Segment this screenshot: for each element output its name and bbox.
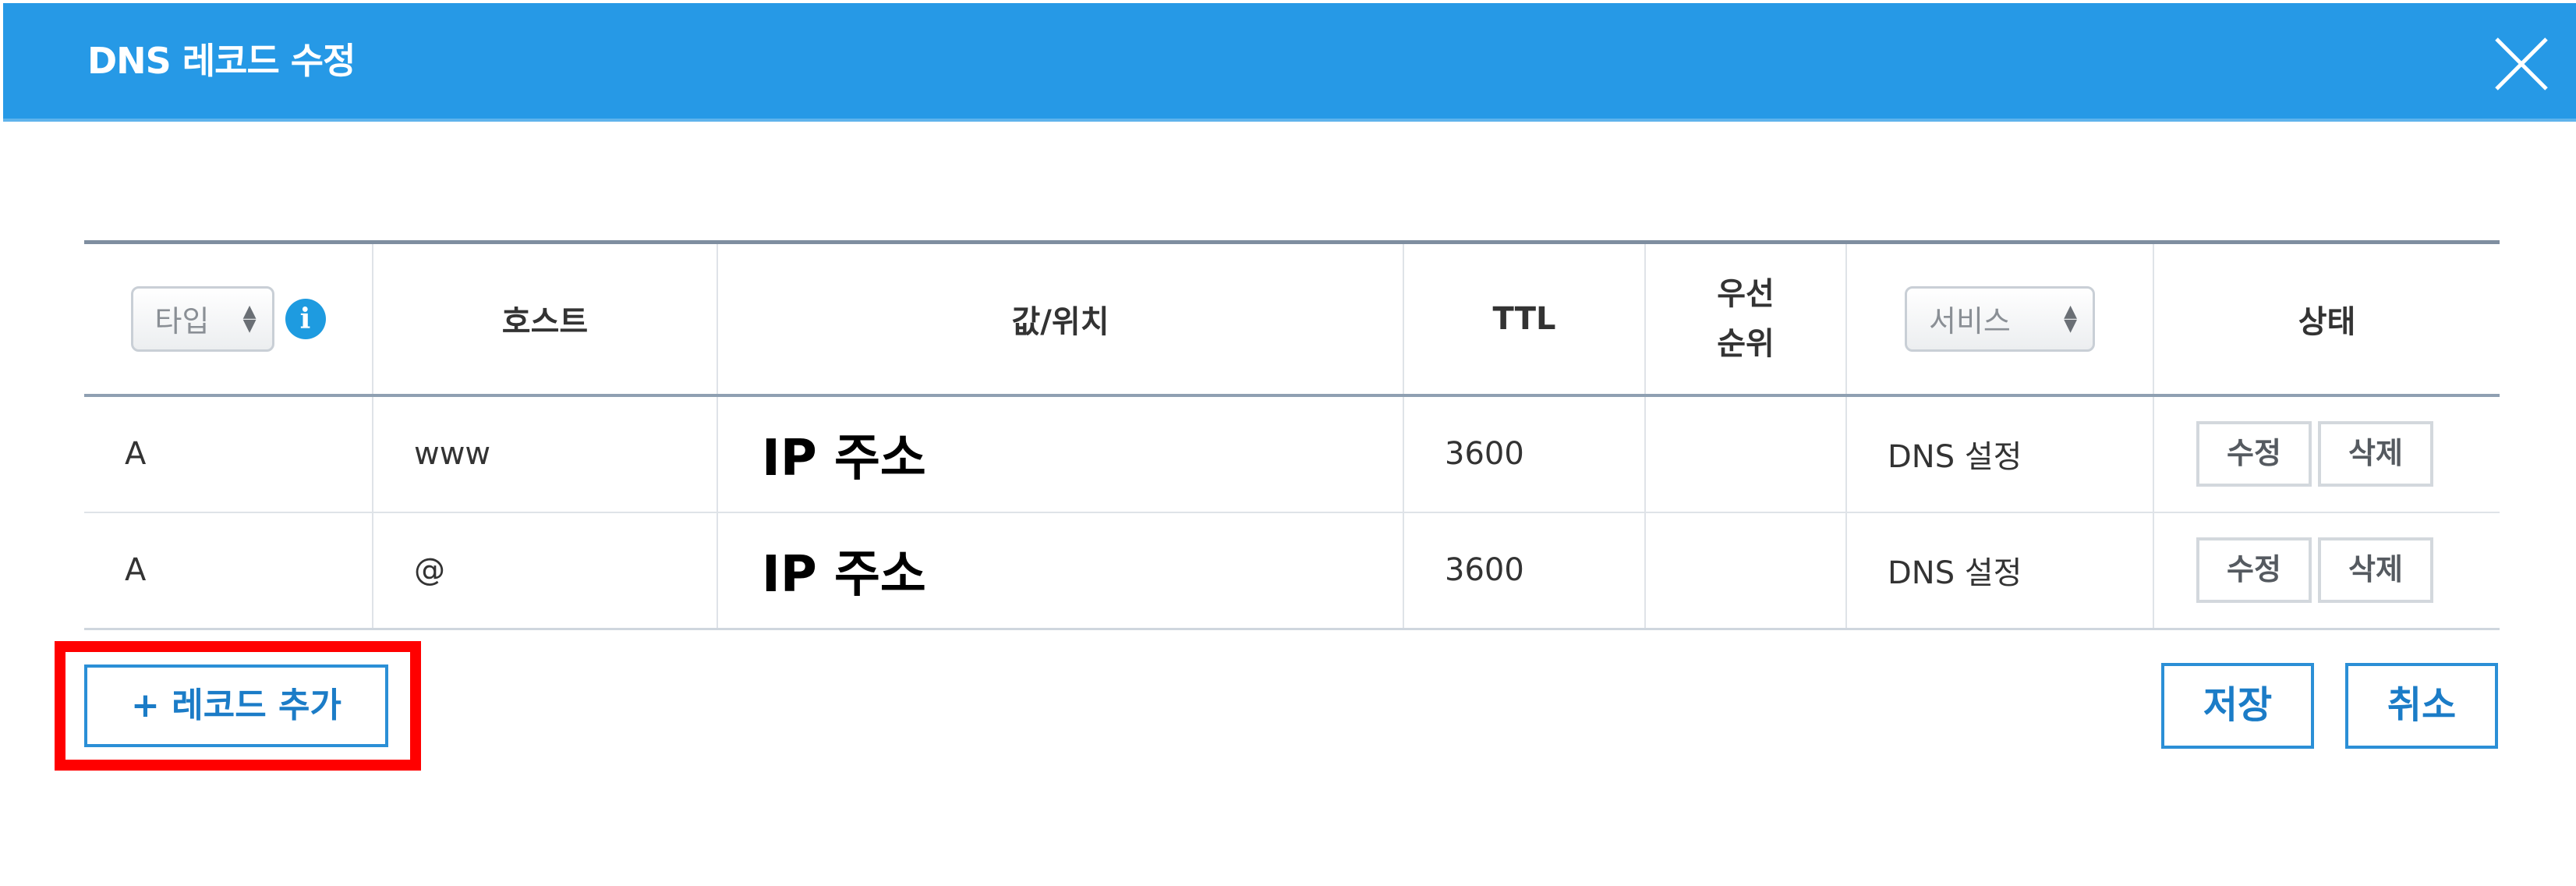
dns-record-edit-dialog: DNS 레코드 수정 타입 ▲ ▼ i 호스트 값/위치 TTL 우선 순위 서… [0,0,2576,886]
type-select-label: 타입 [154,304,210,339]
table-row: A www IP 주소 3600 DNS 설정 수정 삭제 [84,395,2500,513]
table-row: A @ IP 주소 3600 DNS 설정 수정 삭제 [84,512,2500,630]
header-priority-line2: 순위 [1717,325,1775,362]
dns-record-table: 타입 ▲ ▼ i 호스트 값/위치 TTL 우선 순위 서비스 ▲ ▼ 상태 A… [84,240,2500,630]
header-host: 호스트 [372,240,717,397]
header-service: 서비스 ▲ ▼ [1845,240,2153,397]
cell-status: 수정 삭제 [2153,512,2500,630]
cell-value: IP 주소 [717,395,1403,513]
sort-arrows-icon: ▲ ▼ [2064,301,2077,335]
table-header-row: 타입 ▲ ▼ i 호스트 값/위치 TTL 우선 순위 서비스 ▲ ▼ 상태 [84,240,2500,397]
edit-button[interactable]: 수정 [2196,537,2312,604]
header-ttl: TTL [1403,240,1645,397]
cell-ttl: 3600 [1403,512,1645,630]
header-priority: 우선 순위 [1644,240,1846,397]
delete-button[interactable]: 삭제 [2318,537,2433,604]
cancel-button[interactable]: 취소 [2345,663,2498,749]
cell-priority [1644,395,1846,513]
close-button[interactable] [2486,28,2557,100]
save-button[interactable]: 저장 [2161,663,2314,749]
cell-priority [1644,512,1846,630]
cell-type: A [84,395,373,513]
add-record-button[interactable]: + 레코드 추가 [84,664,388,747]
info-icon[interactable]: i [285,298,326,339]
service-select-label: 서비스 [1929,304,2011,339]
header-priority-line1: 우선 [1717,275,1775,312]
cell-host: www [372,395,717,513]
delete-button[interactable]: 삭제 [2318,421,2433,487]
dialog-title: DNS 레코드 수정 [87,40,356,82]
dialog-titlebar: DNS 레코드 수정 [3,3,2576,122]
cell-status: 수정 삭제 [2153,395,2500,513]
edit-button[interactable]: 수정 [2196,421,2312,487]
close-icon [2495,37,2548,90]
type-select[interactable]: 타입 ▲ ▼ [130,285,274,352]
header-value: 값/위치 [717,240,1403,397]
cell-host: @ [372,512,717,630]
header-type: 타입 ▲ ▼ i [84,240,373,397]
service-select[interactable]: 서비스 ▲ ▼ [1905,285,2095,352]
sort-arrows-icon: ▲ ▼ [242,301,257,335]
cell-service: DNS 설정 [1845,395,2153,513]
header-status: 상태 [2153,240,2500,397]
cell-service: DNS 설정 [1845,512,2153,630]
cell-ttl: 3600 [1403,395,1645,513]
cell-value: IP 주소 [717,512,1403,630]
cell-type: A [84,512,373,630]
